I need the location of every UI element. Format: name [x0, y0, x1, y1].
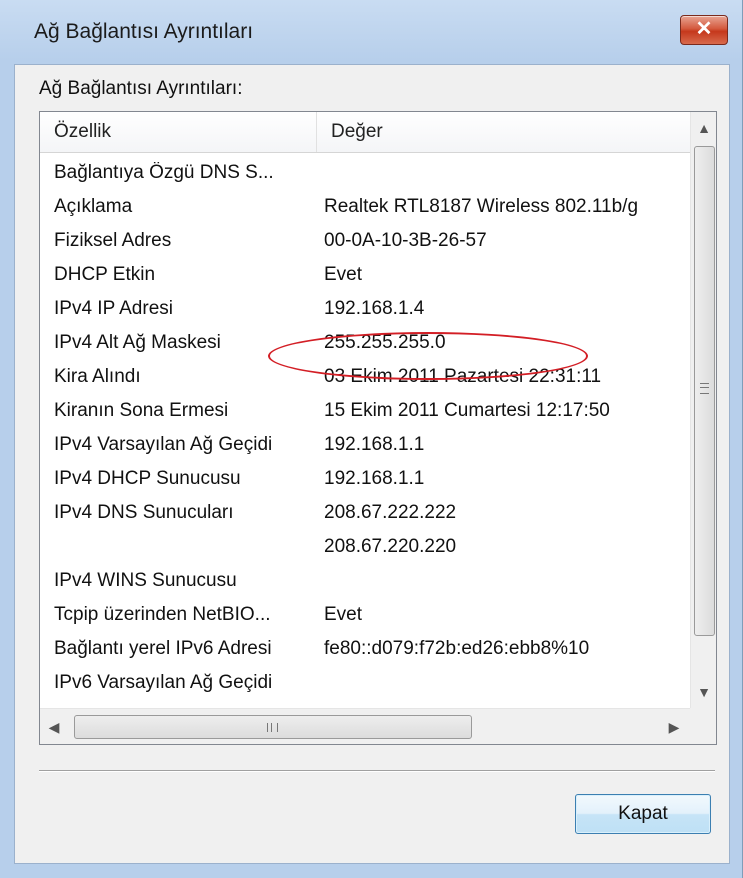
value-cell: 192.168.1.4: [324, 298, 425, 319]
value-cell: 208.67.220.220: [324, 536, 457, 557]
property-cell: IPv4 DHCP Sunucusu: [54, 468, 241, 489]
table-row[interactable]: Bağlantı yerel IPv6 Adresi fe80::d079:f72…: [40, 632, 690, 666]
scroll-up-button[interactable]: ▲: [691, 112, 716, 144]
table-row[interactable]: IPv6 Varsayılan Ağ Geçidi: [40, 666, 690, 700]
separator: [39, 770, 715, 772]
value-cell: 192.168.1.1: [324, 434, 425, 455]
scroll-right-button[interactable]: ▶: [660, 709, 688, 744]
vertical-scrollbar[interactable]: ▲ ▼: [690, 112, 716, 708]
table-row[interactable]: IPv4 DHCP Sunucusu 192.168.1.1: [40, 462, 690, 496]
property-cell: IPv4 WINS Sunucusu: [54, 570, 237, 591]
property-cell: Kira Alındı: [54, 366, 141, 387]
value-cell: 00-0A-10-3B-26-57: [324, 230, 487, 251]
vertical-scroll-thumb[interactable]: [694, 146, 715, 636]
scroll-down-button[interactable]: ▼: [691, 676, 716, 708]
table-row[interactable]: Kiranın Sona Ermesi 15 Ekim 2011 Cumartes…: [40, 394, 690, 428]
property-cell: IPv4 IP Adresi: [54, 298, 173, 319]
title-bar[interactable]: Ağ Bağlantısı Ayrıntıları ✕: [0, 0, 743, 64]
close-icon: ✕: [695, 18, 713, 40]
arrow-up-icon: ▲: [697, 120, 711, 136]
list-header: Özellik Değer: [40, 112, 690, 153]
value-cell: 03 Ekim 2011 Pazartesi 22:31:11: [324, 366, 602, 387]
table-row[interactable]: IPv4 Varsayılan Ağ Geçidi 192.168.1.1: [40, 428, 690, 462]
property-cell: Açıklama: [54, 196, 133, 217]
table-row[interactable]: IPv4 IP Adresi 192.168.1.4: [40, 292, 690, 326]
property-cell: DHCP Etkin: [54, 264, 156, 285]
details-group-label: Ağ Bağlantısı Ayrıntıları:: [39, 78, 243, 99]
dialog-content: Ağ Bağlantısı Ayrıntıları: Özellik Değer…: [14, 64, 730, 864]
table-row[interactable]: DHCP Etkin Evet: [40, 258, 690, 292]
property-cell: Kiranın Sona Ermesi: [54, 400, 229, 421]
property-cell: Fiziksel Adres: [54, 230, 172, 251]
property-cell: Tcpip üzerinden NetBIO...: [54, 604, 271, 625]
table-row[interactable]: IPv4 DNS Sunucuları 208.67.222.222: [40, 496, 690, 530]
arrow-down-icon: ▼: [697, 684, 711, 700]
table-row[interactable]: Kira Alındı 03 Ekim 2011 Pazartesi 22:31:…: [40, 360, 690, 394]
property-cell: IPv4 Alt Ağ Maskesi: [54, 332, 221, 353]
table-row[interactable]: Bağlantıya Özgü DNS S...: [40, 156, 690, 190]
close-window-button[interactable]: ✕: [680, 15, 728, 45]
grip-icon: [267, 723, 278, 732]
value-cell: fe80::d079:f72b:ed26:ebb8%10: [324, 638, 590, 659]
column-header-value[interactable]: Değer: [317, 112, 690, 152]
value-cell: Evet: [324, 264, 363, 285]
scrollbar-corner: [690, 708, 716, 744]
details-list-view[interactable]: Özellik Değer Bağlantıya Özgü DNS S... Aç…: [39, 111, 717, 745]
table-row[interactable]: 208.67.220.220: [40, 530, 690, 564]
column-header-property[interactable]: Özellik: [40, 112, 317, 152]
window-title: Ağ Bağlantısı Ayrıntıları: [34, 20, 254, 43]
property-cell: Bağlantı yerel IPv6 Adresi: [54, 638, 272, 659]
value-cell: 255.255.255.0: [324, 332, 446, 353]
horizontal-scrollbar[interactable]: ◀ ▶: [40, 708, 690, 744]
property-cell: Bağlantıya Özgü DNS S...: [54, 162, 274, 183]
value-cell: 15 Ekim 2011 Cumartesi 12:17:50: [324, 400, 610, 421]
table-row[interactable]: IPv4 WINS Sunucusu: [40, 564, 690, 598]
grip-icon: [700, 383, 709, 394]
value-cell: Evet: [324, 604, 363, 625]
table-row[interactable]: Fiziksel Adres 00-0A-10-3B-26-57: [40, 224, 690, 258]
value-cell: 208.67.222.222: [324, 502, 457, 523]
horizontal-scroll-thumb[interactable]: [74, 715, 472, 739]
scroll-left-button[interactable]: ◀: [40, 709, 68, 744]
property-cell: IPv6 Varsayılan Ağ Geçidi: [54, 672, 273, 693]
close-button[interactable]: Kapat: [575, 794, 711, 834]
property-cell: IPv4 DNS Sunucuları: [54, 502, 234, 523]
property-cell: IPv4 Varsayılan Ağ Geçidi: [54, 434, 273, 455]
arrow-left-icon: ◀: [48, 719, 60, 735]
value-cell: 192.168.1.1: [324, 468, 425, 489]
value-cell: Realtek RTL8187 Wireless 802.11b/g: [324, 196, 639, 217]
table-row[interactable]: IPv4 Alt Ağ Maskesi 255.255.255.0: [40, 326, 690, 360]
dialog-window: Ağ Bağlantısı Ayrıntıları ✕ Ağ Bağlantıs…: [0, 0, 743, 878]
table-row[interactable]: Açıklama Realtek RTL8187 Wireless 802.11b…: [40, 190, 690, 224]
table-row[interactable]: Tcpip üzerinden NetBIO... Evet: [40, 598, 690, 632]
list-rows: Bağlantıya Özgü DNS S... Açıklama Realtek …: [40, 156, 690, 708]
arrow-right-icon: ▶: [668, 719, 680, 735]
